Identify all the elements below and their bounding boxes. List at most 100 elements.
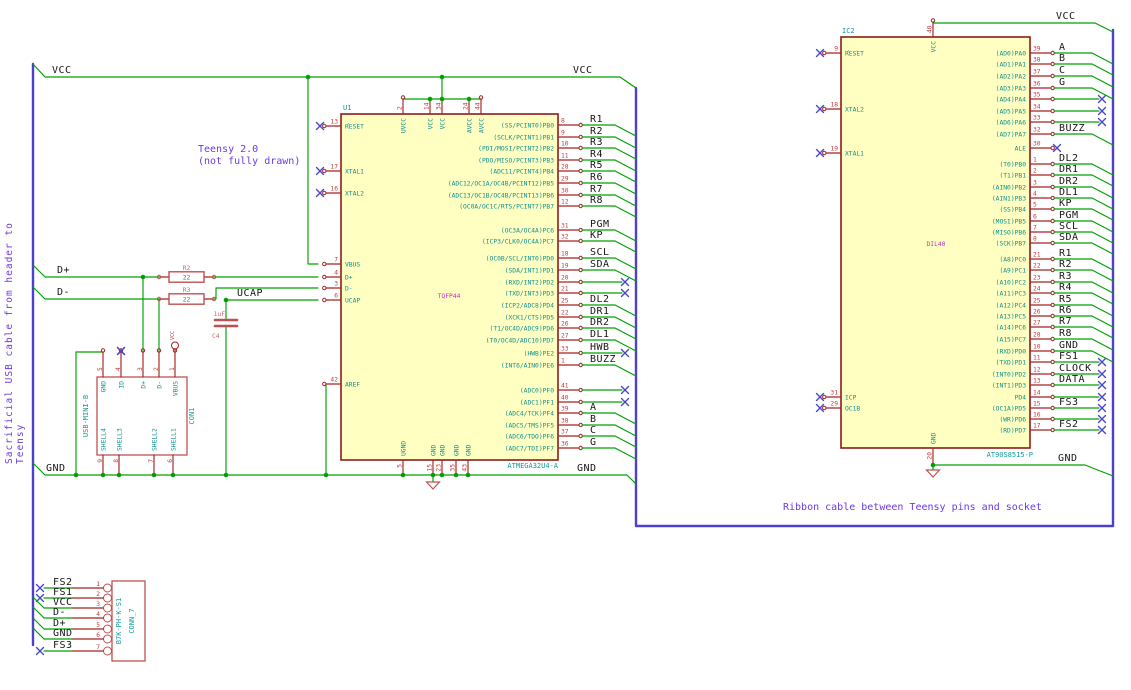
pin-number: 5 xyxy=(397,464,404,468)
pin-name: (RD)PD7 xyxy=(999,428,1026,435)
pin-number: 18 xyxy=(561,251,569,258)
net-label: R1 xyxy=(1059,248,1072,259)
pin-name: (T1)PB1 xyxy=(999,173,1026,180)
pin-name: (A9)PC1 xyxy=(999,268,1026,275)
net-label: R8 xyxy=(1059,328,1072,339)
net-label: R4 xyxy=(1059,282,1072,293)
pin-name: SHELL2 xyxy=(152,428,159,451)
net-label: DL1 xyxy=(1059,187,1079,198)
pin-number: 8 xyxy=(1033,236,1037,243)
pin-name: (A13)PC5 xyxy=(996,314,1027,321)
net-label: R7 xyxy=(590,184,603,195)
net-label: DL1 xyxy=(590,329,610,340)
pin-name: (MISO)PB6 xyxy=(992,230,1026,237)
pin-name: XTAL2 xyxy=(345,191,364,198)
net-label: SDA xyxy=(590,259,610,270)
usb-cable-note: Sacrificial USB cable from header to Tee… xyxy=(4,222,26,464)
pin-name: (A11)PC3 xyxy=(996,291,1027,298)
pin-number: 21 xyxy=(1033,252,1041,259)
pin-name: VBUS xyxy=(173,381,180,396)
pin-name: (SS/PCINT0)PB0 xyxy=(501,123,554,130)
pin-name: (PDO/MISO/PCINT3)PB3 xyxy=(478,158,554,165)
pin-name: (ADC6/TDO)PF6 xyxy=(505,434,554,441)
pin-number: 30 xyxy=(561,188,569,195)
net-label: KP xyxy=(1059,198,1072,209)
pin-name: RESET xyxy=(845,51,864,58)
net-label: R4 xyxy=(590,149,603,160)
pin-name: D+ xyxy=(345,275,353,282)
pin-number: 7 xyxy=(1033,225,1037,232)
pin-name: PD4 xyxy=(1015,395,1027,402)
pin-number: 3 xyxy=(137,367,144,371)
ground-symbol xyxy=(925,469,941,478)
pin-number: 16 xyxy=(1033,412,1041,419)
junction-dot xyxy=(439,96,445,102)
net-label: R3 xyxy=(590,137,603,148)
pin-name: (ADC5/TMS)PF5 xyxy=(505,423,554,430)
pin-name: (A14)PC6 xyxy=(996,325,1027,332)
pin-number: 9 xyxy=(97,459,104,463)
junction-dot xyxy=(427,96,433,102)
pin-number: 4 xyxy=(115,367,122,371)
wire xyxy=(32,606,45,619)
pin-number: 29 xyxy=(830,401,838,408)
pin-name: UGND xyxy=(401,441,408,456)
net-label: HWB xyxy=(590,342,610,353)
pin-number: 30 xyxy=(1033,141,1041,148)
net-label: DATA xyxy=(1059,374,1085,385)
pin-name: VBUS xyxy=(345,262,360,269)
net-label: R7 xyxy=(1059,316,1072,327)
net-label: GND xyxy=(577,463,597,474)
pin-number: 9 xyxy=(561,130,565,137)
pin-name: XTAL2 xyxy=(845,107,864,114)
pin-header-pin-circle xyxy=(103,613,112,623)
pin-name: (ADC7/TDI)PF7 xyxy=(505,446,554,453)
pin-name: VCC xyxy=(440,118,447,130)
net-label: PGM xyxy=(590,219,610,230)
pin-number: 28 xyxy=(561,164,569,171)
net-label: D- xyxy=(57,287,70,298)
pin-header-pin-circle xyxy=(103,646,112,656)
pin-name: ICP xyxy=(845,395,857,402)
pin-number: 21 xyxy=(561,286,569,293)
junction-dot xyxy=(223,472,229,478)
pin-number: 2 xyxy=(153,367,160,371)
pin-number: 11 xyxy=(561,153,569,160)
pin-number: 25 xyxy=(1033,298,1041,305)
pin-number: 42 xyxy=(330,377,338,384)
pin-number: 8 xyxy=(113,459,120,463)
junction-dot xyxy=(400,472,406,478)
pin-number: 26 xyxy=(1033,309,1041,316)
pin-number: 25 xyxy=(561,298,569,305)
pin-number: 28 xyxy=(1033,332,1041,339)
wire xyxy=(307,76,319,265)
pin-number: 15 xyxy=(427,464,434,472)
wire xyxy=(32,63,637,89)
pin-name: D- xyxy=(345,286,353,293)
ic-ref: IC2 xyxy=(842,27,855,35)
pin-number: 36 xyxy=(561,441,569,448)
capacitor-value: 1uF xyxy=(214,311,226,318)
net-label: GND xyxy=(1059,340,1079,351)
net-label: SCL xyxy=(590,247,610,258)
net-label: A xyxy=(1059,42,1066,53)
pin-number: 22 xyxy=(1033,263,1041,270)
junction-dot xyxy=(140,274,146,280)
net-label: DL2 xyxy=(590,294,610,305)
pin-number: 40 xyxy=(561,395,569,402)
pin-name: (T0/OC4D/ADC10)PD7 xyxy=(486,338,554,345)
ground-symbol xyxy=(425,481,441,490)
pin-number: 29 xyxy=(561,176,569,183)
pin-number: 38 xyxy=(1033,57,1041,64)
pin-name: (AD7)PA7 xyxy=(996,132,1027,139)
pin-number: 17 xyxy=(330,164,338,171)
pin-number: 34 xyxy=(1033,104,1041,111)
pin-number: 14 xyxy=(1033,390,1041,397)
teensy-note: Teensy 2.0 (not fully drawn) xyxy=(198,144,300,168)
pin-name: (A8)PC0 xyxy=(999,257,1026,264)
pin-name: (ADC1)PF1 xyxy=(520,400,554,407)
pin-name: (TXD)PD1 xyxy=(996,360,1027,367)
pin-number: 3 xyxy=(1033,180,1037,187)
junction-dot xyxy=(430,472,436,478)
pin-name: (SCK)PB7 xyxy=(996,241,1027,248)
